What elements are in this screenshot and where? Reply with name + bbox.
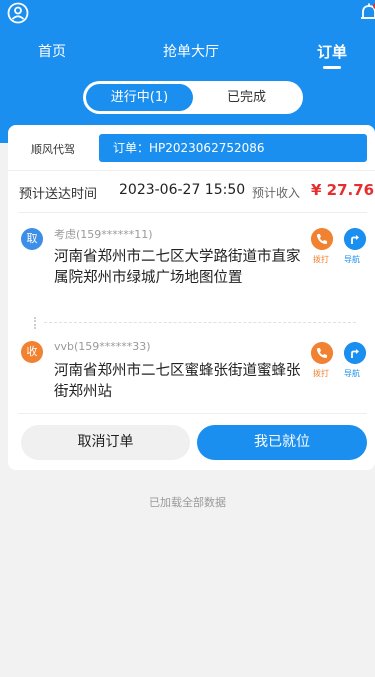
dropoff-call-label: 拨打 — [313, 369, 329, 378]
eta-value: 2023-06-27 15:50 — [119, 182, 246, 198]
eta-label: 预计送达时间 — [19, 187, 98, 202]
route-connector — [34, 317, 37, 329]
dropoff-badge: 收 — [21, 341, 43, 363]
dropoff-address: 河南省郑州市二七区蜜蜂张街道蜜蜂张街郑州站 — [54, 363, 301, 400]
tab-home[interactable]: 首页 — [38, 41, 66, 61]
divider — [18, 413, 367, 414]
segment-completed[interactable]: 已完成 — [193, 84, 300, 111]
income-label: 预计收入 — [252, 186, 301, 200]
dropoff-navigate-label: 导航 — [344, 369, 360, 378]
segment-in-progress[interactable]: 进行中(1) — [86, 84, 193, 111]
tab-orders[interactable]: 订单 — [317, 41, 347, 62]
dropoff-navigate-button[interactable] — [344, 342, 366, 364]
bell-icon[interactable] — [359, 2, 375, 24]
user-circle-icon[interactable] — [7, 2, 29, 24]
pickup-call-label: 拨打 — [313, 255, 329, 264]
divider — [18, 212, 367, 213]
order-card — [8, 125, 375, 470]
pickup-contact: 考虑(159******11) — [54, 228, 153, 241]
cancel-order-button[interactable]: 取消订单 — [21, 425, 190, 460]
dropoff-call-button[interactable] — [311, 342, 333, 364]
active-tab-indicator — [323, 66, 341, 69]
income-value: ¥ 27.76 — [311, 181, 375, 199]
pickup-navigate-button[interactable] — [344, 228, 366, 250]
dashed-divider — [44, 322, 356, 323]
load-status-text: 已加载全部数据 — [149, 496, 226, 509]
pickup-call-button[interactable] — [311, 228, 333, 250]
service-type-label: 顺风代驾 — [31, 143, 75, 156]
divider — [8, 170, 375, 171]
app-header — [0, 0, 375, 143]
pickup-badge: 取 — [21, 228, 43, 250]
arrived-button[interactable]: 我已就位 — [197, 425, 367, 460]
pickup-navigate-label: 导航 — [344, 255, 360, 264]
tab-order-hall[interactable]: 抢单大厅 — [163, 41, 219, 61]
order-status-toggle: 进行中(1) 已完成 — [83, 81, 303, 114]
pickup-address: 河南省郑州市二七区大学路街道市直家属院郑州市绿城广场地图位置 — [54, 249, 301, 286]
dropoff-contact: vvb(159******33) — [54, 340, 151, 353]
order-number: 订单：HP2023062752086 — [99, 134, 367, 162]
